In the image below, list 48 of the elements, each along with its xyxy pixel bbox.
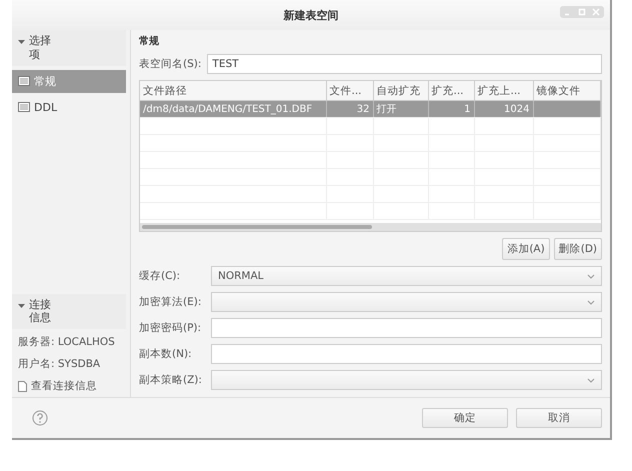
input-field[interactable] <box>211 318 602 338</box>
dropdown[interactable] <box>211 370 602 390</box>
table-cell: 32 <box>326 100 373 118</box>
table-cell <box>533 100 600 118</box>
column-header[interactable]: 扩充... <box>428 81 474 100</box>
dropdown[interactable] <box>211 292 602 312</box>
table-cell: 打开 <box>373 100 428 118</box>
caret-icon[interactable] <box>18 38 25 45</box>
field-label: 缓存(C): <box>139 269 182 283</box>
help-icon[interactable] <box>32 410 48 426</box>
document-icon <box>18 380 27 392</box>
caret-icon[interactable] <box>18 302 25 308</box>
connection-info: 服务器: LOCALHOS <box>17 335 116 350</box>
input-field[interactable] <box>211 344 602 364</box>
section-header[interactable]: 选择项 <box>29 34 55 62</box>
field-label: 加密密码(P): <box>139 321 202 335</box>
connection-info: 用户名: SYSDBA <box>17 357 102 372</box>
section-title: 常规 <box>139 34 160 48</box>
table-cell: /dm8/data/DAMENG/TEST_01.DBF <box>140 100 326 118</box>
table-cell: 1 <box>428 100 474 118</box>
field-label: 加密算法(E): <box>139 295 202 309</box>
sidebar-item[interactable]: DDL <box>12 96 126 118</box>
dialog-button[interactable]: 确定 <box>422 408 508 428</box>
column-header[interactable]: 自动扩充 <box>373 81 428 100</box>
table-icon <box>18 102 30 112</box>
chevron-icon <box>587 300 595 304</box>
column-header[interactable]: 扩充上... <box>474 81 533 100</box>
column-header[interactable]: 文件路径 <box>140 81 326 100</box>
field-label: 副本数(N): <box>139 347 193 361</box>
tablespace-name-field[interactable]: TEST <box>207 54 602 74</box>
table-action-button[interactable]: 删除(D) <box>554 238 602 260</box>
table-action-button[interactable]: 添加(A) <box>502 238 550 260</box>
dialog-button[interactable]: 取消 <box>516 408 602 428</box>
field-label: 表空间名(S): <box>139 57 202 71</box>
close-icon[interactable] <box>592 8 600 16</box>
chevron-icon <box>587 274 595 278</box>
chevron-icon <box>587 378 595 382</box>
scrollbar[interactable] <box>140 223 601 231</box>
table-icon <box>18 76 30 86</box>
dropdown[interactable]: NORMAL <box>211 266 602 286</box>
window-title: 新建表空间 <box>284 8 338 22</box>
section-header[interactable]: 连接信息 <box>29 298 55 325</box>
column-header[interactable]: 文件... <box>326 81 373 100</box>
field-label: 副本策略(Z): <box>139 373 203 387</box>
connection-info-link[interactable]: 查看连接信息 <box>31 379 97 393</box>
table-cell: 1024 <box>474 100 533 118</box>
column-header[interactable]: 镜像文件 <box>533 81 600 100</box>
maximize-icon[interactable] <box>578 8 586 16</box>
